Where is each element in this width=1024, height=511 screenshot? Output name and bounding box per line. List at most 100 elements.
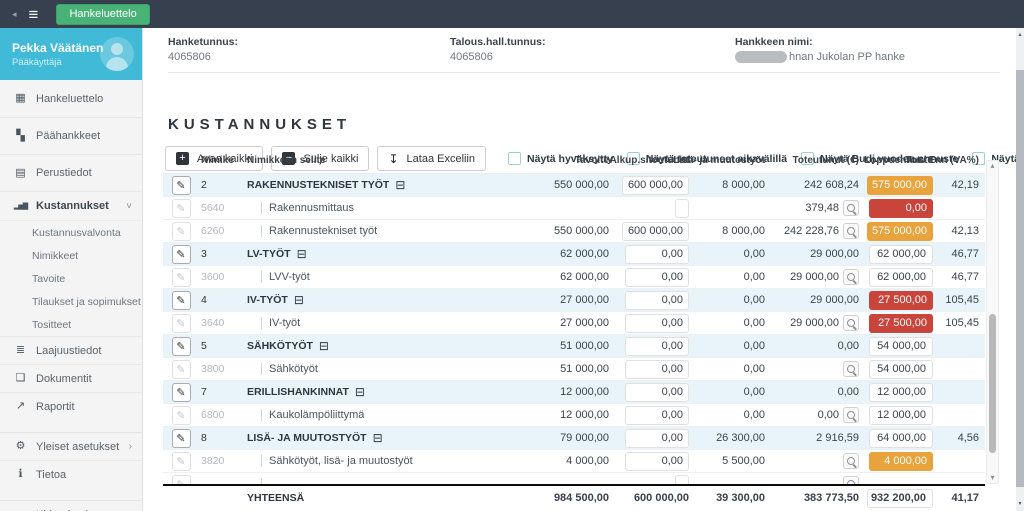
sidebar-item-hankeluettelo[interactable]: ▦Hankeluettelo <box>0 80 142 117</box>
edit-row-button[interactable]: ✎ <box>172 406 191 425</box>
loppuennuste-value[interactable]: 27 500,00 <box>869 314 933 333</box>
details-magnifier-button[interactable] <box>843 361 859 377</box>
alkup-sitoutunut-input[interactable] <box>675 475 689 485</box>
loppuennuste-value[interactable]: 4 000,00 <box>869 452 933 471</box>
cell-lisa-muutostyot: 0,00 <box>695 243 771 265</box>
loppuennuste-value[interactable]: 27 500,00 <box>869 291 933 310</box>
edit-row-button[interactable]: ✎ <box>172 314 191 333</box>
collapse-row-icon[interactable]: ⊟ <box>395 179 405 191</box>
edit-row-button[interactable]: ✎ <box>172 176 191 195</box>
back-arrow-icon[interactable]: ◂ <box>12 9 17 20</box>
sidebar-item-tietoa[interactable]: ℹTietoa <box>0 460 142 488</box>
sidebar-item-yleiset-asetukset[interactable]: ⚙Yleiset asetukset› <box>0 432 142 460</box>
loppuennuste-value[interactable]: 575 000,00 <box>867 222 933 241</box>
report-icon: ↗ <box>13 401 28 412</box>
edit-row-button[interactable]: ✎ <box>172 245 191 264</box>
loppuennuste-value[interactable]: 64 000,00 <box>869 429 933 448</box>
sidebar-item-kirjaudu-ulos[interactable]: ⇥Kirjaudu ulos <box>0 500 142 511</box>
collapse-row-icon[interactable]: ⊟ <box>294 294 304 306</box>
details-magnifier-button[interactable] <box>843 269 859 285</box>
loppuennuste-value[interactable]: 62 000,00 <box>869 245 933 264</box>
sidebar-item-paahankkeet[interactable]: ▚Päähankkeet <box>0 117 142 154</box>
alkup-sitoutunut-input[interactable]: 0,00 <box>625 406 689 425</box>
loppuennuste-value[interactable]: 12 000,00 <box>869 383 933 402</box>
page-scroll-down-icon[interactable]: ▾ <box>1016 500 1024 508</box>
loppuennuste-value[interactable]: 54 000,00 <box>869 337 933 356</box>
details-magnifier-button[interactable] <box>843 407 859 423</box>
sidebar-item-label: Laajuustiedot <box>36 345 101 357</box>
cell-tot-enn: 4,56 <box>939 427 985 449</box>
details-magnifier-button[interactable] <box>843 315 859 331</box>
alkup-sitoutunut-input[interactable]: 0,00 <box>625 337 689 356</box>
hankeluettelo-button[interactable]: Hankeluettelo <box>56 4 149 25</box>
alkup-sitoutunut-input[interactable]: 0,00 <box>625 268 689 287</box>
alkup-sitoutunut-input[interactable]: 0,00 <box>625 383 689 402</box>
sidebar-subitem-tositteet[interactable]: Tositteet <box>0 313 142 336</box>
page-scrollbar[interactable]: ▴ ▾ <box>1016 28 1024 511</box>
table-scrollbar[interactable]: ▴ ▾ <box>986 160 999 484</box>
loppuennuste-value[interactable]: 12 000,00 <box>869 406 933 425</box>
collapse-row-icon[interactable]: ⊟ <box>319 340 329 352</box>
cell-tot-enn <box>939 381 985 403</box>
loppuennuste-value[interactable]: 54 000,00 <box>869 360 933 379</box>
column-header-toteutunut: Toteutunut (€) <box>771 148 865 173</box>
details-magnifier-button[interactable] <box>843 223 859 239</box>
footer-toteutunut: 383 773,50 <box>771 486 865 510</box>
column-header-tot-enn-va: Tot / Enn (VA%) <box>939 148 985 173</box>
sidebar-subitem-tilaukset-ja-sopimukset[interactable]: Tilaukset ja sopimukset <box>0 290 142 313</box>
sidebar-subitem-tavoite[interactable]: Tavoite <box>0 267 142 290</box>
alkup-sitoutunut-input[interactable]: 600 000,00 <box>622 222 689 241</box>
sidebar-item-perustiedot[interactable]: ▤Perustiedot <box>0 154 142 191</box>
toteutunut-value: 29 000,00 <box>810 294 859 306</box>
edit-row-button[interactable]: ✎ <box>172 222 191 241</box>
edit-row-button[interactable]: ✎ <box>172 268 191 287</box>
alkup-sitoutunut-input[interactable]: 0,00 <box>625 360 689 379</box>
sidebar-subitem-kustannusvalvonta[interactable]: Kustannusvalvonta <box>0 221 142 244</box>
loppuennuste-value[interactable]: 575 000,00 <box>867 176 933 195</box>
edit-row-button[interactable]: ✎ <box>172 199 191 218</box>
cell-tavoite: 4 000,00 <box>545 450 615 472</box>
collapse-row-icon[interactable]: ⊟ <box>297 248 307 260</box>
edit-cell: ✎ <box>163 427 199 449</box>
alkup-sitoutunut-input[interactable]: 0,00 <box>625 452 689 471</box>
edit-row-button[interactable]: ✎ <box>172 337 191 356</box>
sidebar-item-kustannukset[interactable]: ▂▅▇Kustannukset˅ <box>0 191 142 220</box>
sidebar-item-raportit[interactable]: ↗Raportit <box>0 392 142 420</box>
page-scroll-up-icon[interactable]: ▴ <box>1016 31 1024 39</box>
details-magnifier-button[interactable] <box>843 453 859 469</box>
scroll-down-icon[interactable]: ▾ <box>987 473 998 483</box>
menu-toggle-icon[interactable]: ≡ <box>29 6 39 23</box>
cell-alkup-sitoutunut <box>615 197 695 219</box>
alkup-sitoutunut-input[interactable] <box>675 199 689 218</box>
alkup-sitoutunut-input[interactable]: 0,00 <box>625 314 689 333</box>
edit-row-button[interactable]: ✎ <box>172 475 191 485</box>
alkup-sitoutunut-input[interactable]: 0,00 <box>625 429 689 448</box>
alkup-sitoutunut-input[interactable]: 600 000,00 <box>622 176 689 195</box>
sidebar-subitem-nimikkeet[interactable]: Nimikkeet <box>0 244 142 267</box>
user-panel[interactable]: Pekka Väätänen Pääkäyttäjä <box>0 28 142 80</box>
nimike-selite-cell <box>245 473 545 484</box>
details-magnifier-button[interactable] <box>843 200 859 216</box>
edit-cell: ✎ <box>163 358 199 380</box>
alkup-sitoutunut-input[interactable]: 0,00 <box>625 245 689 264</box>
sidebar-item-laajuustiedot[interactable]: ≣Laajuustiedot <box>0 336 142 364</box>
table-row: ✎3820Sähkötyöt, lisä- ja muutostyöt4 000… <box>163 450 985 473</box>
collapse-row-icon[interactable]: ⊟ <box>355 386 365 398</box>
edit-row-button[interactable]: ✎ <box>172 291 191 310</box>
cell-tavoite: 550 000,00 <box>545 220 615 242</box>
loppuennuste-value[interactable]: 62 000,00 <box>869 268 933 287</box>
sidebar-item-dokumentit[interactable]: ❏Dokumentit <box>0 364 142 392</box>
edit-row-button[interactable]: ✎ <box>172 429 191 448</box>
collapse-row-icon[interactable]: ⊟ <box>373 432 383 444</box>
cell-loppuennuste: 64 000,00 <box>865 427 939 449</box>
page-scrollbar-thumb[interactable] <box>1016 70 1024 487</box>
scroll-up-icon[interactable]: ▴ <box>987 161 998 171</box>
edit-row-button[interactable]: ✎ <box>172 452 191 471</box>
loppuennuste-value[interactable]: 0,00 <box>869 199 933 218</box>
nimike-selite: LISÄ- JA MUUTOSTYÖT <box>247 432 367 444</box>
table-scrollbar-thumb[interactable] <box>989 314 996 453</box>
alkup-sitoutunut-input[interactable]: 0,00 <box>625 291 689 310</box>
details-magnifier-button[interactable] <box>843 476 859 484</box>
edit-row-button[interactable]: ✎ <box>172 360 191 379</box>
edit-row-button[interactable]: ✎ <box>172 383 191 402</box>
